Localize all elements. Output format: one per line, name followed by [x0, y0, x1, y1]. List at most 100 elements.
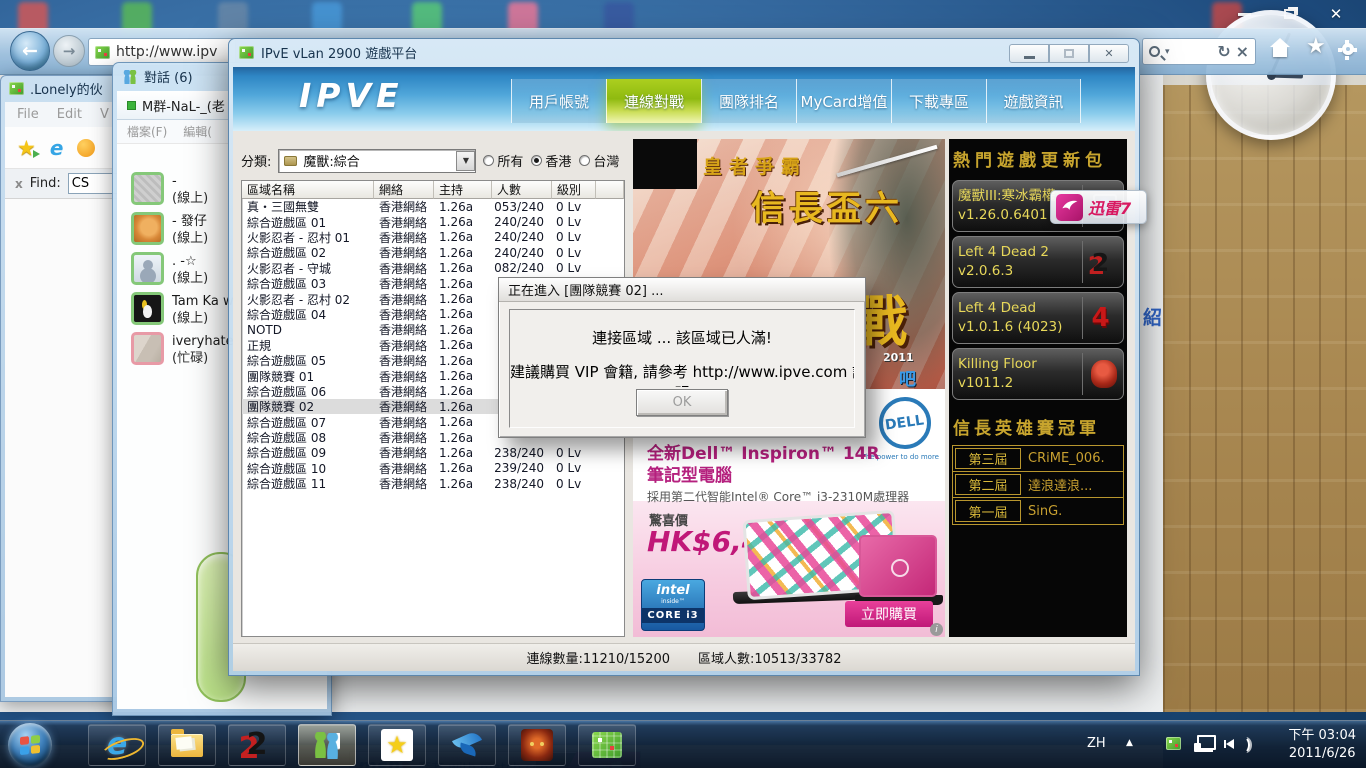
tray-ipve-icon[interactable]	[1166, 737, 1181, 750]
nav-tab[interactable]: 用戶帳號	[511, 79, 606, 123]
radio-icon	[483, 155, 494, 166]
table-row[interactable]: 火影忍者 - 守城香港網絡1.26a082/2400 Lv	[242, 261, 624, 276]
taskbar-internet-explorer[interactable]: e	[88, 724, 146, 766]
table-cell: 0 Lv	[552, 261, 596, 275]
find-close-icon[interactable]: x	[15, 177, 23, 191]
table-cell: 1.26a	[434, 277, 492, 291]
chat-menu-item[interactable]: 檔案(F)	[127, 123, 167, 140]
favorites-star-icon[interactable]: ★	[1306, 37, 1326, 57]
column-header[interactable]: 區域名稱	[242, 181, 374, 199]
column-header[interactable]: 主持	[434, 181, 492, 199]
radio-香港[interactable]: 香港	[531, 151, 571, 170]
radio-所有[interactable]: 所有	[483, 151, 523, 170]
radio-台灣[interactable]: 台灣	[579, 151, 619, 170]
settings-gear-icon[interactable]	[1342, 43, 1354, 55]
close-button[interactable]: ✕	[1089, 44, 1129, 63]
back-button[interactable]: ←	[10, 31, 50, 71]
table-row[interactable]: 綜合遊戲區 09香港網絡1.26a238/2400 Lv	[242, 445, 624, 460]
star-app-icon: ★	[381, 729, 413, 761]
table-cell: 1.26a	[434, 384, 492, 398]
nav-tab[interactable]: MyCard增值	[796, 79, 891, 123]
game-kf-icon	[1082, 353, 1118, 395]
zombie-glyph	[1091, 360, 1117, 388]
taskbar-thunder[interactable]	[438, 724, 496, 766]
table-row[interactable]: 真・三國無雙香港網絡1.26a053/2400 Lv	[242, 199, 624, 214]
table-cell: 1.26a	[434, 338, 492, 352]
column-header[interactable]: 級別	[552, 181, 596, 199]
close-icon[interactable]: ✕	[1320, 4, 1352, 24]
region-radios: 所有香港台灣	[483, 151, 619, 170]
table-row[interactable]: 綜合遊戲區 11香港網絡1.26a238/2400 Lv	[242, 476, 624, 491]
thunder-popup[interactable]: 迅雷7	[1050, 190, 1147, 224]
taskbar-windows-explorer[interactable]	[158, 724, 216, 766]
menu-item-File[interactable]: File	[17, 107, 39, 122]
banner-tagline: 皇者爭霸	[703, 152, 807, 179]
thunder-icon	[451, 731, 483, 759]
menu-item-Edit[interactable]: Edit	[57, 107, 82, 122]
start-button[interactable]	[8, 723, 52, 767]
back-arrow-icon: ←	[22, 40, 38, 62]
taskbar-msn-messenger[interactable]	[298, 724, 356, 766]
table-cell: 240/240	[492, 230, 552, 244]
table-row[interactable]: 火影忍者 - 忍村 01香港網絡1.26a240/2400 Lv	[242, 230, 624, 245]
contact-status: (線上)	[172, 190, 208, 207]
dropdown-caret-icon[interactable]: ▼	[456, 151, 475, 171]
home-icon[interactable]	[1270, 42, 1290, 58]
joining-dialog[interactable]: 正在進入 [團隊競賽 02] ... 連接區域 ... 該區域已人滿! 建議購買…	[498, 277, 866, 438]
update-version: v1011.2	[958, 374, 1078, 393]
orange-circle-icon[interactable]	[77, 139, 95, 157]
taskbar-clock[interactable]: 下午 03:04 2011/6/26	[1288, 727, 1356, 763]
table-cell: 239/240	[492, 461, 552, 475]
column-header[interactable]: 人數	[492, 181, 552, 199]
maximize-button[interactable]	[1049, 44, 1089, 63]
nav-tab[interactable]: 連線對戰	[606, 79, 701, 123]
nav-tab[interactable]: 團隊排名	[701, 79, 796, 123]
update-item[interactable]: Left 4 Deadv1.0.1.6 (4023)4	[952, 292, 1124, 344]
radio-label: 所有	[497, 151, 523, 170]
search-box[interactable]: ▾ ↻ ×	[1142, 38, 1256, 65]
banner-corner	[633, 139, 697, 189]
ipve-icon	[592, 732, 622, 758]
nav-tab[interactable]: 下載專區	[891, 79, 986, 123]
minimize-button[interactable]	[1009, 44, 1049, 63]
taskbar-left4dead2[interactable]: 2	[228, 724, 286, 766]
table-row[interactable]: 綜合遊戲區 10香港網絡1.26a239/2400 Lv	[242, 461, 624, 476]
stop-icon[interactable]: ×	[1236, 42, 1249, 61]
network-icon[interactable]	[1194, 735, 1216, 753]
add-favorite-icon[interactable]: ★	[17, 136, 36, 160]
info-icon[interactable]: i	[930, 623, 943, 636]
search-caret-icon[interactable]: ▾	[1165, 47, 1170, 57]
ok-button[interactable]: OK	[636, 389, 728, 416]
buy-now-button[interactable]: 立即購買	[845, 601, 933, 627]
table-cell: 綜合遊戲區 04	[242, 306, 374, 323]
language-indicator[interactable]: ZH	[1087, 736, 1106, 751]
taskbar-ipve[interactable]	[578, 724, 636, 766]
table-cell: 0 Lv	[552, 461, 596, 475]
nav-tab[interactable]: 遊戲資訊	[986, 79, 1081, 123]
update-item[interactable]: Left 4 Dead 2v2.0.6.32	[952, 236, 1124, 288]
forward-button[interactable]: →	[53, 35, 85, 67]
chat-menu-item[interactable]: 編輯(	[183, 123, 212, 140]
tray-expand-icon[interactable]: ▲	[1126, 738, 1133, 748]
champion-round: 第一屆	[955, 500, 1021, 522]
volume-icon[interactable]	[1226, 735, 1248, 753]
menu-item-V[interactable]: V	[100, 107, 109, 122]
category-dropdown[interactable]: 魔獸:綜合 ▼	[278, 149, 476, 173]
refresh-icon[interactable]: ↻	[1217, 42, 1230, 61]
contact-status: (線上)	[172, 270, 208, 287]
taskbar-dragon-game[interactable]	[508, 724, 566, 766]
table-row[interactable]: 綜合遊戲區 01香港網絡1.26a240/2400 Lv	[242, 214, 624, 229]
taskbar-star-app[interactable]: ★	[368, 724, 426, 766]
column-header[interactable]: 網絡	[374, 181, 434, 199]
table-cell: 0 Lv	[552, 215, 596, 229]
find-label: Find:	[30, 176, 61, 191]
table-row[interactable]: 綜合遊戲區 02香港網絡1.26a240/2400 Lv	[242, 245, 624, 260]
thunder-label: 迅雷7	[1088, 195, 1131, 219]
page-text-fragment: 紹	[1143, 303, 1162, 330]
table-cell: NOTD	[242, 323, 374, 337]
ie-icon[interactable]: e	[50, 136, 64, 160]
table-cell: 1.26a	[434, 461, 492, 475]
table-cell: 0 Lv	[552, 230, 596, 244]
table-cell: 香港網絡	[374, 475, 434, 492]
update-item[interactable]: Killing Floorv1011.2	[952, 348, 1124, 400]
